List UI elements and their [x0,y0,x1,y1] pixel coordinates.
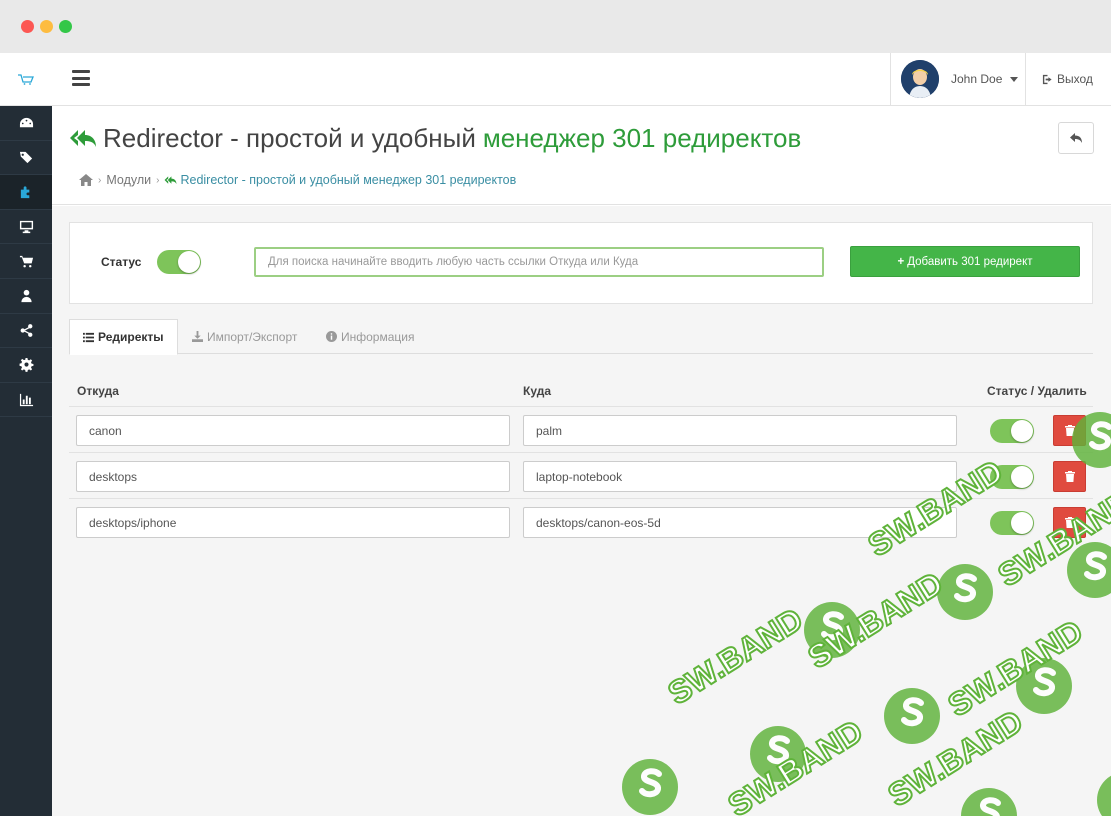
add-redirect-button[interactable]: + Добавить 301 редирект [850,246,1080,277]
sidebar-item-customers[interactable] [0,279,52,314]
tab-label: Информация [341,329,415,344]
user-icon [20,290,32,303]
avatar [901,60,939,98]
page-title-main: Redirector - простой и удобный [103,123,476,153]
dashboard-icon [19,118,33,128]
list-icon [83,332,94,342]
redirect-to-input[interactable] [523,461,957,492]
content-area: Статус + Добавить 301 редирект Редиректы… [52,206,1111,816]
top-header: John Doe Выход [52,53,1111,106]
user-menu[interactable]: John Doe [890,53,1026,105]
redirect-status-toggle[interactable] [990,511,1034,535]
status-label: Статус [101,255,142,269]
download-icon [192,331,203,342]
breadcrumb-separator: › [98,174,102,186]
search-input[interactable] [254,247,824,277]
breadcrumb-modules[interactable]: Модули [106,173,151,187]
delete-redirect-button[interactable] [1053,461,1086,492]
reply-all-icon [165,175,177,184]
row-divider [69,406,1093,407]
bar-chart-icon [19,393,33,407]
plus-icon: + [897,255,905,268]
tags-icon [19,151,32,164]
sidebar-item-dashboard[interactable] [0,106,52,141]
sidebar-item-marketing[interactable] [0,314,52,349]
filter-panel: Статус + Добавить 301 редирект [69,222,1093,304]
sidebar-item-catalog[interactable] [0,141,52,176]
trash-icon [1064,517,1075,528]
column-header-to: Куда [523,384,551,398]
window-minimize-button[interactable] [40,20,53,33]
info-icon [326,331,337,342]
back-button[interactable] [1058,122,1094,154]
window-maximize-button[interactable] [59,20,72,33]
cart-icon [19,255,33,268]
breadcrumb-current-label: Redirector - простой и удобный менеджер … [180,173,517,187]
desktop-icon [19,220,33,234]
breadcrumb-current[interactable]: Redirector - простой и удобный менеджер … [164,173,516,187]
home-icon[interactable] [79,174,93,186]
page-header: Redirector - простой и удобный менеджер … [52,106,1111,205]
add-redirect-label: Добавить 301 редирект [907,255,1033,268]
sidebar-item-reports[interactable] [0,383,52,418]
tab-label: Импорт/Экспорт [207,329,298,344]
sidebar-item-extensions[interactable] [0,175,52,210]
redirect-from-input[interactable] [76,415,510,446]
redirect-to-input[interactable] [523,507,957,538]
tabs: Редиректы Импорт/Экспорт Информация [69,319,1093,355]
trash-icon [1064,471,1075,482]
module-status-toggle[interactable] [157,250,201,274]
tab-information[interactable]: Информация [313,319,427,354]
tab-redirects[interactable]: Редиректы [69,319,178,355]
trash-icon [1064,425,1075,436]
window-close-button[interactable] [21,20,34,33]
tab-import-export[interactable]: Импорт/Экспорт [179,319,310,354]
menu-toggle-icon[interactable] [72,70,90,86]
row-divider [69,452,1093,453]
redirect-status-toggle[interactable] [990,465,1034,489]
breadcrumb: › Модули › Redirector - простой и удобны… [79,173,516,187]
share-icon [20,323,32,337]
user-name: John Doe [951,72,1003,86]
column-header-from: Откуда [77,384,119,398]
logout-label: Выход [1057,72,1093,86]
column-header-status-delete: Статус / Удалить [987,384,1087,398]
sidebar-item-system[interactable] [0,348,52,383]
redirect-from-input[interactable] [76,461,510,492]
reply-icon [1070,133,1082,143]
page-title-accent: менеджер 301 редиректов [482,123,802,153]
sign-out-icon [1042,74,1052,84]
cart-logo-icon[interactable] [0,53,52,106]
breadcrumb-separator: › [156,174,160,186]
window-titlebar [0,0,1111,53]
sidebar-item-design[interactable] [0,210,52,245]
sidebar-item-sales[interactable] [0,244,52,279]
chevron-down-icon [1010,76,1019,82]
redirect-to-input[interactable] [523,415,957,446]
reply-all-icon [70,129,96,147]
logout-link[interactable]: Выход [1042,72,1093,86]
delete-redirect-button[interactable] [1053,507,1086,538]
puzzle-icon [20,186,29,199]
gear-icon [19,358,33,373]
delete-redirect-button[interactable] [1053,415,1086,446]
row-divider [69,498,1093,499]
redirect-status-toggle[interactable] [990,419,1034,443]
redirect-from-input[interactable] [76,507,510,538]
tab-label: Редиректы [98,330,164,344]
page-title: Redirector - простой и удобный менеджер … [69,123,801,154]
sidebar [0,53,52,816]
